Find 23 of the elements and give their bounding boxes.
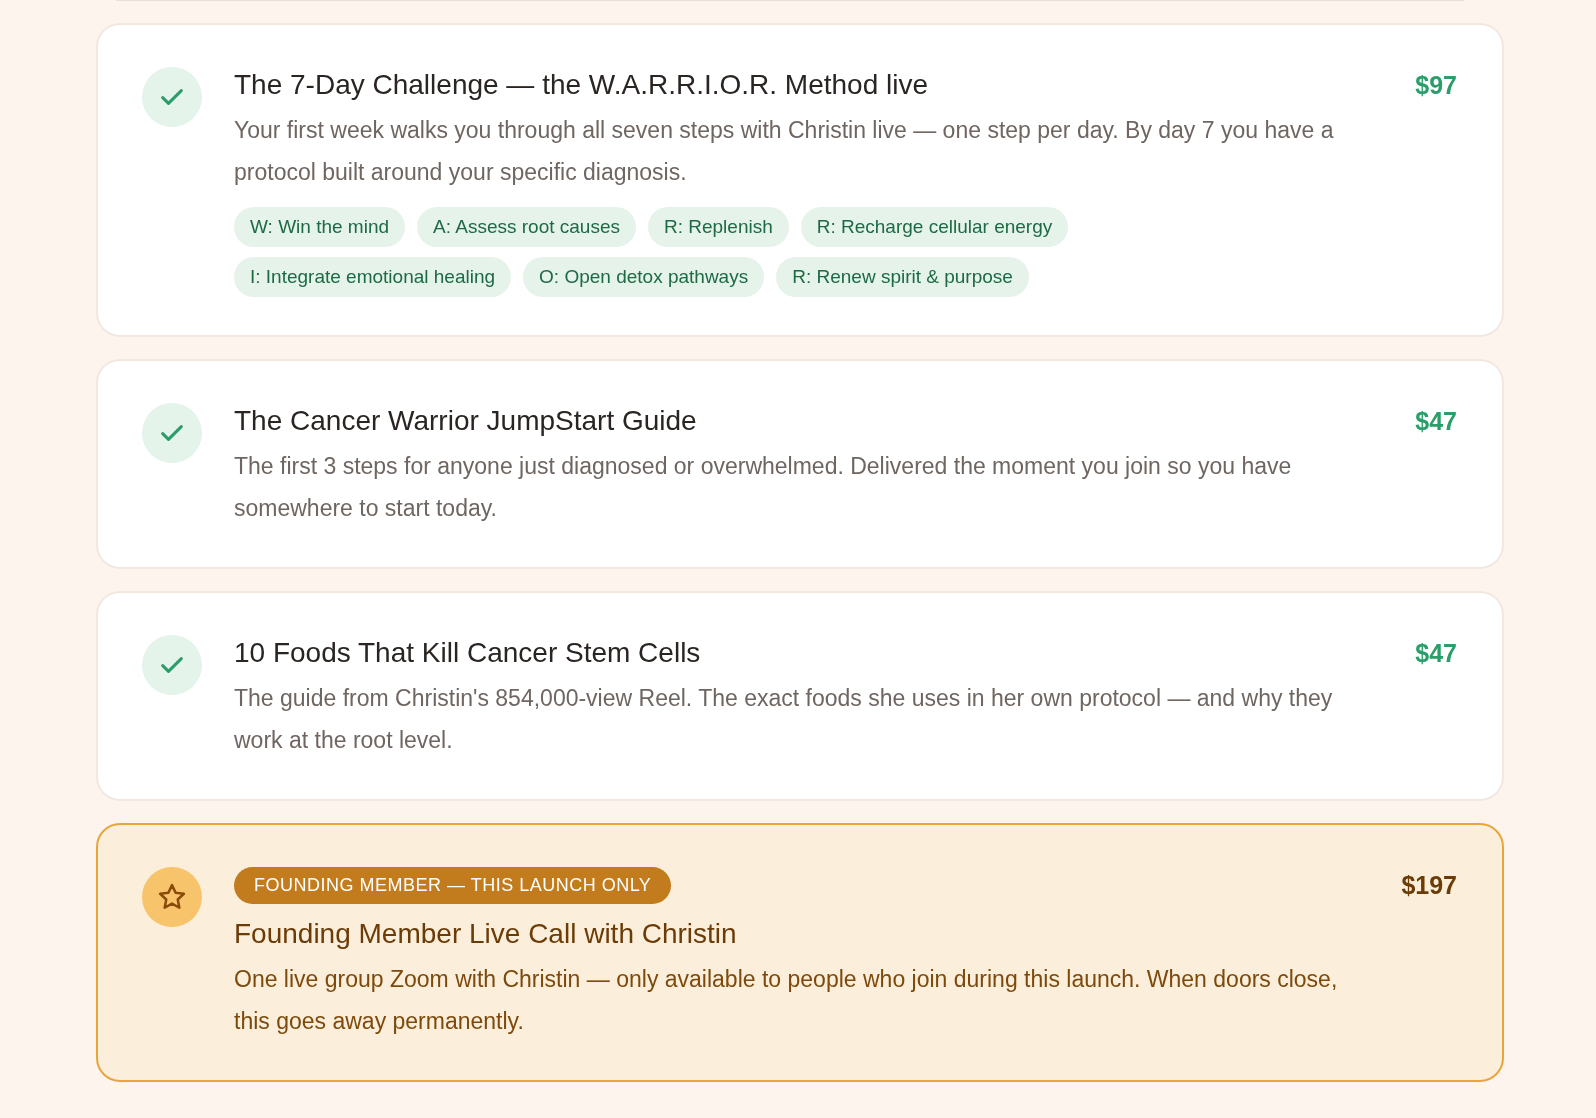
badge: FOUNDING MEMBER — THIS LAUNCH ONLY [234, 867, 672, 904]
offer-description: Your first week walks you through all seven steps with Christin live — one step per day. By day 7 you have a protocol built around your specific diagnosis. [234, 116, 1335, 187]
step-tag: O: Open detox pathways [523, 257, 765, 297]
check-icon [142, 635, 202, 695]
offer-description: The guide from Christin's 854,000-view Reel. The exact foods she uses in her own protocol — and why they work at the root level. [234, 684, 1334, 755]
offer-title: 10 Foods That Kill Cancer Stem Cells [234, 637, 702, 669]
offer-title: The Cancer Warrior JumpStart Guide [234, 405, 698, 437]
price: $197 [1401, 871, 1457, 900]
offer-description: One live group Zoom with Christin — only available to people who join during this launch. When doors close, this goes away permanently. [234, 965, 1339, 1036]
step-tag: R: Replenish [647, 207, 789, 247]
check-icon [142, 403, 202, 463]
offer-title: The 7-Day Challenge — the W.A.R.R.I.O.R. Method live [234, 69, 930, 101]
step-tag: A: Assess root causes [417, 207, 636, 247]
step-tag: R: Recharge cellular energy [800, 207, 1069, 247]
price: $47 [1415, 407, 1457, 436]
price: $47 [1415, 639, 1457, 668]
step-tag: W: Win the mind [234, 207, 406, 247]
step-tag: R: Renew spirit & purpose [776, 257, 1029, 297]
price: $97 [1415, 71, 1457, 100]
step-tag: I: Integrate emotional healing [234, 257, 512, 297]
offer-title: Founding Member Live Call with Christin [234, 918, 738, 950]
offer-description: The first 3 steps for anyone just diagnosed or overwhelmed. Delivered the moment you join so you have somewhere to start today. [234, 452, 1293, 523]
check-icon [142, 67, 202, 127]
